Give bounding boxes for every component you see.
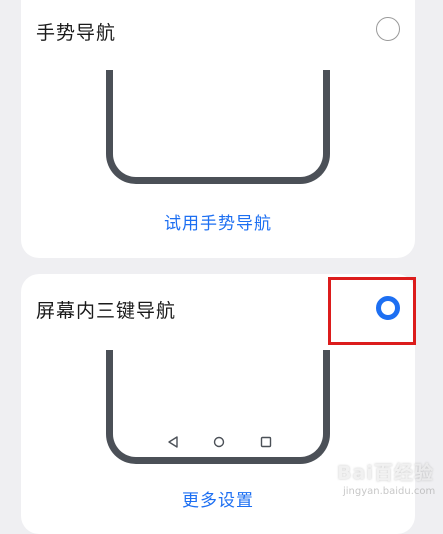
recent-square-icon [260, 436, 272, 448]
more-settings-link[interactable]: 更多设置 [21, 486, 415, 511]
three-key-navigation-card[interactable]: 屏幕内三键导航 更多设置 [21, 274, 415, 534]
try-gesture-navigation-link[interactable]: 试用手势导航 [21, 209, 415, 234]
gesture-phone-illustration [106, 70, 330, 184]
back-triangle-icon [168, 436, 178, 448]
nav-keys-row [113, 435, 323, 449]
three-key-navigation-title: 屏幕内三键导航 [36, 300, 177, 322]
three-key-navigation-radio[interactable] [376, 296, 400, 320]
gesture-navigation-card[interactable]: 手势导航 试用手势导航 [21, 0, 415, 258]
gesture-navigation-radio[interactable] [376, 17, 400, 41]
three-key-phone-illustration [106, 350, 330, 464]
gesture-navigation-title: 手势导航 [36, 22, 117, 44]
home-circle-icon [213, 436, 225, 448]
